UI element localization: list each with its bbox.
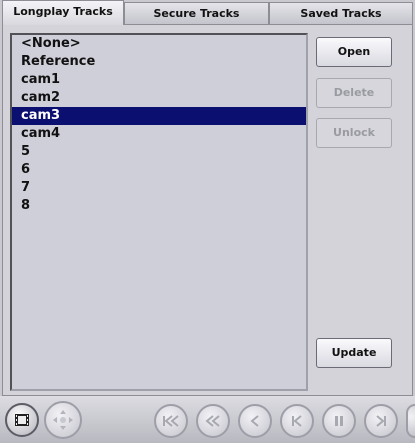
dpad-button[interactable] — [44, 401, 82, 439]
step-back-icon — [250, 415, 259, 427]
tracks-panel: <None> Reference cam1 cam2 cam3 cam4 5 6… — [2, 24, 413, 396]
skip-to-start-icon — [163, 415, 179, 427]
list-item[interactable]: 8 — [12, 197, 306, 215]
open-button[interactable]: Open — [316, 37, 392, 67]
pause-icon — [335, 416, 343, 426]
previous-frame-icon — [292, 415, 302, 427]
list-item-selected[interactable]: cam3 — [12, 107, 306, 125]
list-item[interactable]: cam1 — [12, 71, 306, 89]
list-item[interactable]: 5 — [12, 143, 306, 161]
next-button-partial[interactable] — [406, 404, 415, 438]
tab-bar: Longplay Tracks Secure Tracks Saved Trac… — [0, 0, 415, 25]
tab-saved-tracks[interactable]: Saved Tracks — [269, 2, 413, 24]
rewind-button[interactable] — [196, 404, 230, 438]
list-item[interactable]: cam2 — [12, 89, 306, 107]
rewind-icon — [205, 415, 220, 427]
film-button[interactable] — [5, 403, 39, 437]
track-list[interactable]: <None> Reference cam1 cam2 cam3 cam4 5 6… — [10, 33, 308, 391]
film-icon — [15, 414, 29, 426]
skip-to-start-button[interactable] — [154, 404, 188, 438]
directional-pad-icon — [53, 410, 73, 430]
next-frame-button[interactable] — [364, 404, 398, 438]
unlock-button[interactable]: Unlock — [316, 118, 392, 148]
tab-secure-tracks[interactable]: Secure Tracks — [124, 2, 269, 24]
list-item[interactable]: cam4 — [12, 125, 306, 143]
step-back-button[interactable] — [238, 404, 272, 438]
delete-button[interactable]: Delete — [316, 78, 392, 108]
list-item[interactable]: 7 — [12, 179, 306, 197]
list-item[interactable]: Reference — [12, 53, 306, 71]
playback-toolbar — [0, 396, 415, 443]
previous-frame-button[interactable] — [280, 404, 314, 438]
next-frame-icon — [376, 415, 386, 427]
update-button[interactable]: Update — [316, 338, 392, 368]
list-item[interactable]: <None> — [12, 35, 306, 53]
pause-button[interactable] — [322, 404, 356, 438]
list-item[interactable]: 6 — [12, 161, 306, 179]
tab-longplay-tracks[interactable]: Longplay Tracks — [2, 0, 124, 25]
